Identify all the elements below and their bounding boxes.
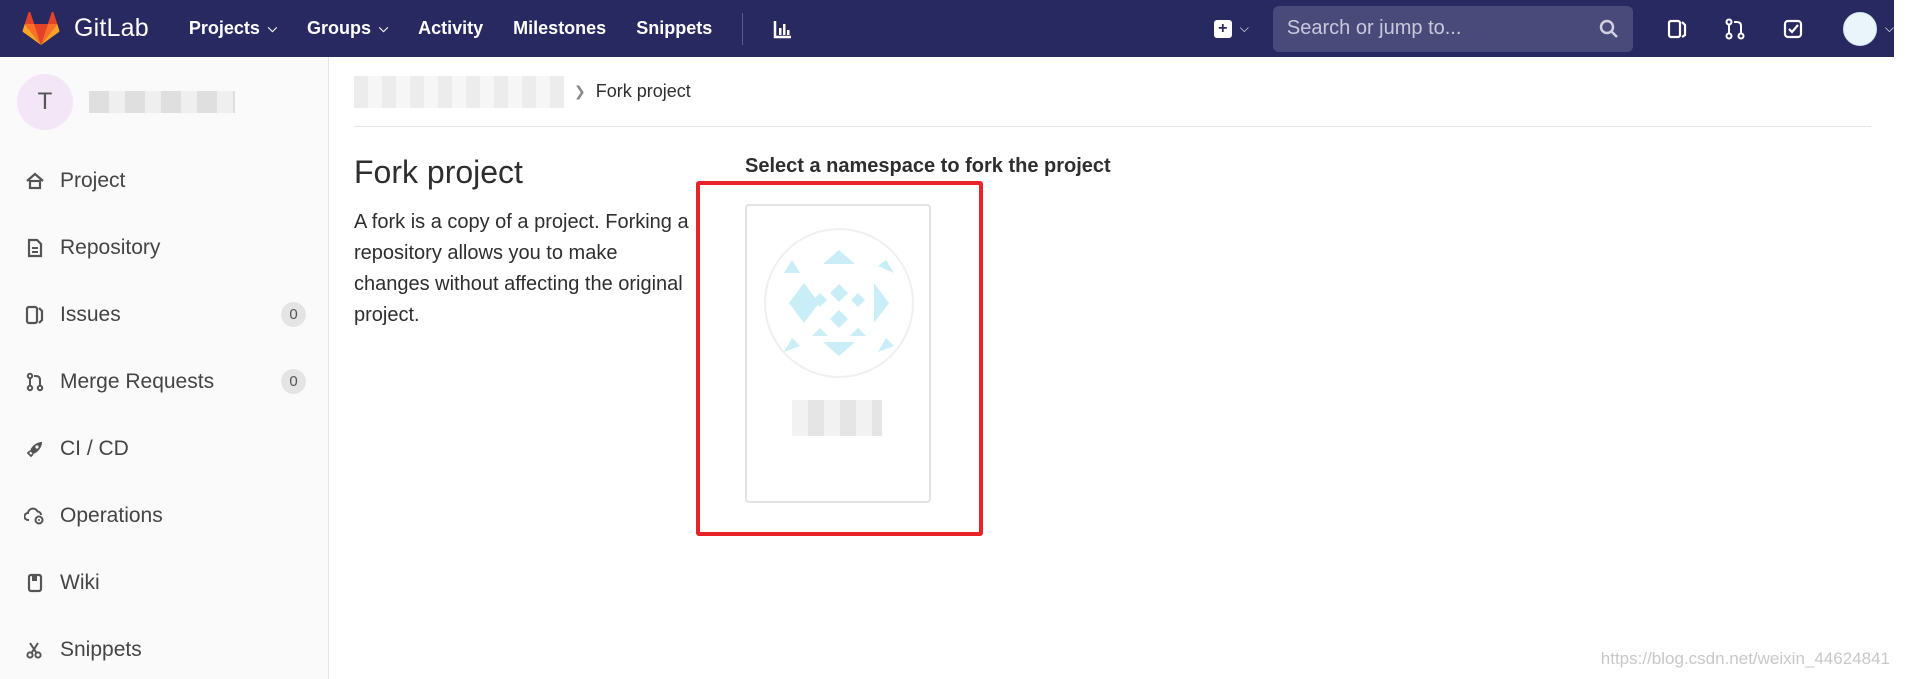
nav-activity-label: Activity [418, 18, 484, 38]
sidebar-project-header[interactable]: T [0, 57, 328, 147]
doc-icon [22, 235, 48, 261]
sidebar-item-label: Snippets [60, 637, 142, 661]
sidebar-item-snippets[interactable]: Snippets [0, 616, 328, 679]
merge-requests-count-badge: 0 [281, 369, 306, 394]
brand-name: GitLab [74, 14, 149, 42]
page-description: A fork is a copy of a project. Forking a… [354, 211, 689, 326]
user-avatar [1842, 11, 1877, 46]
project-avatar: T [17, 74, 73, 130]
nav-snippets[interactable]: Snippets [636, 18, 712, 39]
chart-icon [773, 20, 792, 38]
rocket-icon [22, 436, 48, 462]
nav-projects[interactable]: Projects ⌵ [189, 18, 277, 39]
nav-projects-label: Projects [188, 18, 260, 38]
sidebar-item-label: Operations [60, 503, 163, 527]
sidebar-item-label: Repository [60, 235, 161, 259]
chevron-right-icon: ❯ [574, 83, 586, 99]
sidebar-item-ci-cd[interactable]: CI / CD [0, 415, 328, 482]
nav-groups-label: Groups [307, 18, 372, 38]
sidebar-item-label: CI / CD [60, 436, 129, 460]
nav-groups[interactable]: Groups ⌵ [307, 18, 388, 39]
chevron-down-icon: ⌵ [1884, 21, 1894, 35]
brand[interactable]: GitLab [22, 0, 149, 57]
sidebar-item-label: Merge Requests [60, 369, 215, 393]
plus-icon: + [1213, 19, 1232, 38]
chevron-down-icon: ⌵ [1239, 21, 1249, 35]
chevron-down-icon: ⌵ [379, 21, 389, 35]
sidebar-item-label: Issues [60, 302, 121, 326]
project-sidebar: T Project Repository Issues 0 Merge Requ… [0, 57, 329, 679]
namespace-identicon [764, 228, 914, 378]
nav-milestones[interactable]: Milestones [513, 18, 606, 39]
issues-count-badge: 0 [281, 302, 306, 327]
search-box[interactable] [1272, 5, 1633, 52]
gitlab-logo-icon [22, 11, 60, 45]
page-title: Fork project [354, 154, 523, 190]
sidebar-item-label: Wiki [60, 570, 100, 594]
breadcrumb-current[interactable]: Fork project [596, 81, 691, 102]
namespace-card[interactable] [745, 204, 931, 503]
issues-nav-button[interactable] [1657, 9, 1697, 49]
namespace-name-redacted [792, 400, 882, 436]
sidebar-item-issues[interactable]: Issues 0 [0, 281, 328, 348]
todo-check-icon [1783, 19, 1802, 38]
book-icon [22, 570, 48, 596]
nav-links: Projects ⌵ Groups ⌵ Activity Milestones … [189, 0, 793, 57]
home-icon [22, 168, 48, 194]
sidebar-item-merge-requests[interactable]: Merge Requests 0 [0, 348, 328, 415]
sidebar-item-label: Project [60, 168, 126, 192]
merge-requests-nav-button[interactable] [1715, 9, 1755, 49]
watermark: https://blog.csdn.net/weixin_44624841 [1600, 649, 1890, 668]
new-item-button[interactable]: + ⌵ [1213, 19, 1249, 38]
nav-activity[interactable]: Activity [418, 18, 483, 39]
issues-icon [22, 302, 48, 328]
cloud-gear-icon [22, 503, 48, 529]
main-content: ❯ Fork project Fork project A fork is a … [354, 57, 1874, 536]
todos-nav-button[interactable] [1773, 9, 1813, 49]
sidebar-item-operations[interactable]: Operations [0, 482, 328, 549]
merge-request-icon [1725, 18, 1745, 39]
sidebar-item-project[interactable]: Project [0, 147, 328, 214]
analytics-button[interactable] [773, 19, 793, 39]
project-name-redacted [89, 91, 235, 113]
breadcrumb-redacted-path[interactable] [354, 75, 564, 108]
scissors-icon [22, 637, 48, 663]
chevron-down-icon: ⌵ [267, 21, 278, 35]
nav-snippets-label: Snippets [636, 18, 713, 38]
namespace-heading: Select a namespace to fork the project [745, 155, 1111, 177]
issues-icon [1667, 19, 1686, 38]
sidebar-item-repository[interactable]: Repository [0, 214, 328, 281]
nav-divider [742, 12, 744, 45]
top-navbar: GitLab Projects ⌵ Groups ⌵ Activity Mile… [0, 0, 1894, 57]
search-icon [1599, 19, 1618, 38]
user-menu-button[interactable]: ⌵ [1842, 11, 1894, 46]
breadcrumb: ❯ Fork project [354, 57, 1871, 127]
merge-request-icon [22, 369, 48, 395]
nav-milestones-label: Milestones [513, 18, 607, 38]
sidebar-item-wiki[interactable]: Wiki [0, 549, 328, 616]
search-input[interactable] [1286, 17, 1599, 40]
